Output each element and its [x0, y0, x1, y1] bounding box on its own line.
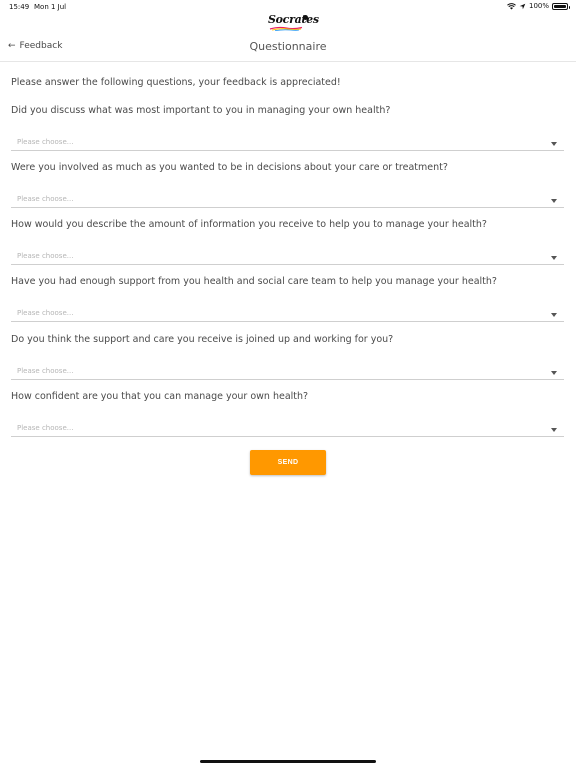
select-placeholder: Please choose...	[17, 424, 74, 432]
question-4-select[interactable]: Please choose...	[11, 308, 564, 322]
question-5-select[interactable]: Please choose...	[11, 366, 564, 380]
location-arrow-icon	[519, 3, 526, 9]
logo-swoosh-icon	[269, 26, 303, 31]
select-placeholder: Please choose...	[17, 252, 74, 260]
caret-down-icon	[551, 256, 557, 260]
select-placeholder: Please choose...	[17, 138, 74, 146]
wifi-icon	[507, 2, 516, 9]
form-intro: Please answer the following questions, y…	[11, 77, 341, 88]
app-logo: Socrates	[266, 12, 319, 32]
page-title: Questionnaire	[249, 40, 327, 53]
logo-dot	[303, 15, 308, 20]
question-5-text: Do you think the support and care you re…	[11, 334, 394, 345]
battery-icon	[552, 2, 570, 10]
status-indicators: 100%	[507, 2, 570, 10]
question-2-select[interactable]: Please choose...	[11, 194, 564, 208]
logo-wordmark: Socrates	[268, 13, 319, 26]
caret-down-icon	[551, 313, 557, 317]
question-3-select[interactable]: Please choose...	[11, 251, 564, 265]
caret-down-icon	[551, 371, 557, 375]
caret-down-icon	[551, 199, 557, 203]
question-6-text: How confident are you that you can manag…	[11, 391, 309, 402]
battery-percent: 100%	[528, 2, 549, 10]
question-1-text: Did you discuss what was most important …	[11, 105, 391, 116]
question-4-text: Have you had enough support from you hea…	[11, 276, 497, 287]
home-indicator[interactable]	[200, 760, 376, 763]
caret-down-icon	[551, 428, 557, 432]
select-placeholder: Please choose...	[17, 195, 74, 203]
select-placeholder: Please choose...	[17, 367, 74, 375]
select-placeholder: Please choose...	[17, 309, 74, 317]
navigation-bar: ← Feedback Questionnaire	[0, 34, 576, 62]
question-3-text: How would you describe the amount of inf…	[11, 219, 487, 230]
question-6-select[interactable]: Please choose...	[11, 423, 564, 437]
status-date: Mon 1 Jul	[34, 3, 67, 11]
send-button[interactable]: SEND	[250, 450, 326, 475]
status-time: 15:49	[9, 3, 30, 11]
question-2-text: Were you involved as much as you wanted …	[11, 162, 448, 173]
question-1-select[interactable]: Please choose...	[11, 137, 564, 151]
caret-down-icon	[551, 142, 557, 146]
